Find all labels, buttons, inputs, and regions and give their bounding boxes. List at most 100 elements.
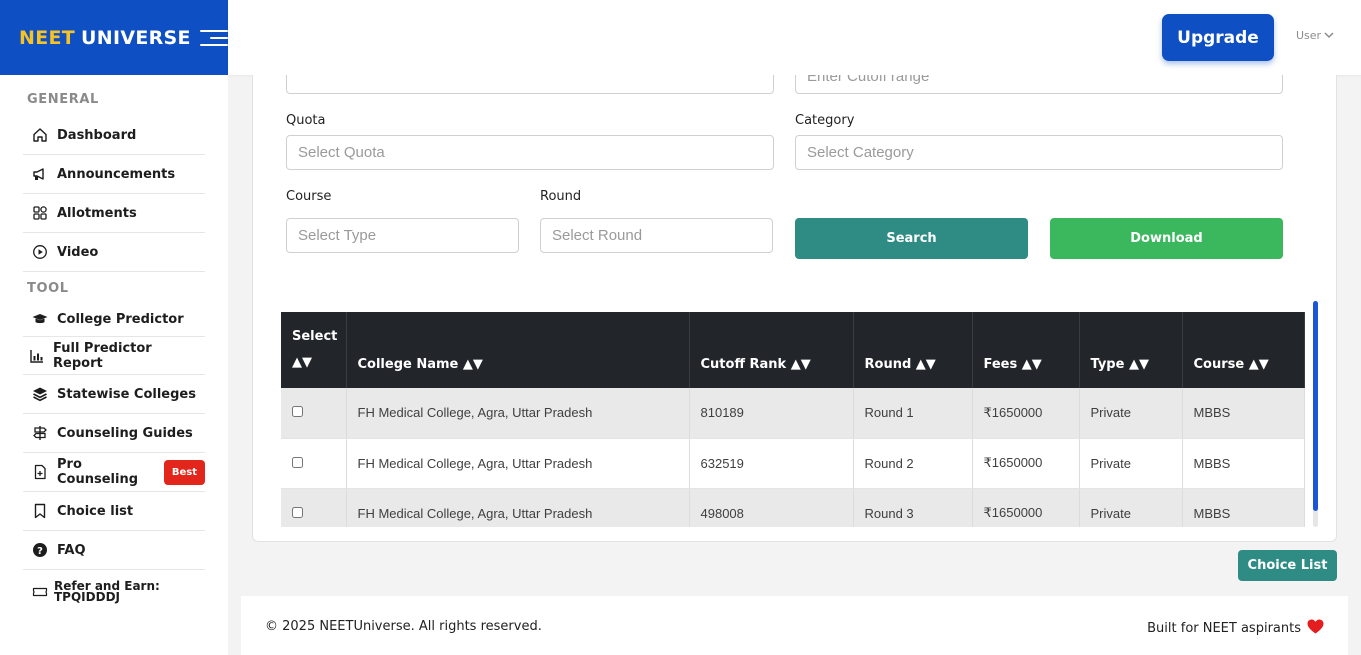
college-name-cell: FH Medical College, Agra, Uttar Pradesh (346, 438, 690, 489)
sidebar-item-label: Allotments (57, 205, 137, 221)
sidebar-item-announcements[interactable]: Announcements (23, 155, 205, 194)
sidebar-item-label: Video (57, 244, 99, 260)
course-cell: MBBS (1182, 438, 1305, 489)
row-checkbox[interactable] (292, 456, 303, 468)
type-cell: Private (1079, 388, 1183, 439)
sidebar-item-faq[interactable]: ? FAQ (23, 531, 205, 570)
play-circle-icon (32, 244, 48, 260)
table-scrollbar-thumb[interactable] (1313, 301, 1318, 511)
sidebar-item-full-predictor-report[interactable]: Full Predictor Report (23, 337, 205, 375)
graduation-cap-icon (32, 311, 48, 327)
upgrade-button[interactable]: Upgrade (1162, 14, 1274, 61)
course-label: Course (286, 189, 332, 204)
results-table-container: Select ▲▼ College Name ▲▼ Cutoff Rank ▲▼… (281, 312, 1305, 527)
round-cell: Round 1 (853, 388, 973, 439)
menu-toggle-icon[interactable] (199, 29, 228, 47)
table-row: FH Medical College, Agra, Uttar Pradesh … (281, 388, 1305, 439)
header-select[interactable]: Select ▲▼ (281, 312, 347, 388)
type-cell: Private (1079, 488, 1183, 527)
header-college-name[interactable]: College Name ▲▼ (346, 312, 690, 388)
bookmark-icon (32, 503, 48, 519)
sidebar-item-dashboard[interactable]: Dashboard (23, 116, 205, 155)
brand-logo-universe: UNIVERSE (81, 26, 191, 49)
section-label-tool: TOOL (27, 281, 69, 296)
header-fees[interactable]: Fees ▲▼ (972, 312, 1080, 388)
sidebar-item-label: Refer and Earn: TPQIDDDJ (54, 579, 160, 604)
cutoff-rank-cell: 810189 (689, 388, 854, 439)
table-header-row: Select ▲▼ College Name ▲▼ Cutoff Rank ▲▼… (281, 312, 1305, 388)
user-menu[interactable]: User (1296, 29, 1334, 42)
row-checkbox[interactable] (292, 506, 303, 518)
ticket-icon (32, 584, 48, 600)
category-label: Category (795, 113, 855, 128)
sidebar: NEET UNIVERSE GENERAL Dashboard Announcem… (0, 0, 228, 655)
header-round[interactable]: Round ▲▼ (853, 312, 973, 388)
document-icon (32, 464, 48, 480)
row-select-cell (281, 438, 347, 489)
grid-icon (32, 205, 48, 221)
top-left-input[interactable] (286, 75, 774, 94)
sidebar-item-label: Counseling Guides (57, 425, 193, 441)
sidebar-item-label: Full Predictor Report (53, 340, 152, 371)
bar-chart-icon (29, 348, 45, 364)
cutoff-range-input[interactable] (795, 75, 1283, 94)
table-row: FH Medical College, Agra, Uttar Pradesh … (281, 488, 1305, 527)
best-badge: Best (163, 459, 205, 485)
footer-tagline-text: Built for NEET aspirants (1147, 621, 1301, 636)
cutoff-rank-cell: 498008 (689, 488, 854, 527)
sidebar-item-label: Dashboard (57, 127, 137, 143)
brand-logo[interactable]: NEET UNIVERSE (19, 27, 191, 49)
footer-tagline: Built for NEET aspirants (1147, 619, 1324, 638)
search-button[interactable]: Search (795, 218, 1028, 259)
top-bar: Upgrade User (228, 0, 1361, 75)
download-button[interactable]: Download (1050, 218, 1283, 259)
user-menu-label: User (1296, 29, 1322, 42)
college-name-cell: FH Medical College, Agra, Uttar Pradesh (346, 488, 690, 527)
sidebar-item-label: College Predictor (57, 311, 184, 327)
question-circle-icon: ? (32, 542, 48, 558)
table-scrollbar[interactable] (1313, 301, 1318, 527)
footer: © 2025 NEETUniverse. All rights reserved… (241, 596, 1348, 655)
megaphone-icon (32, 166, 48, 182)
round-cell: Round 3 (853, 488, 973, 527)
sidebar-item-label: Pro Counseling (57, 457, 139, 487)
sidebar-item-video[interactable]: Video (23, 233, 205, 272)
round-select[interactable] (540, 218, 773, 253)
college-name-cell: FH Medical College, Agra, Uttar Pradesh (346, 388, 690, 439)
sidebar-item-allotments[interactable]: Allotments (23, 194, 205, 233)
round-cell: Round 2 (853, 438, 973, 489)
course-select[interactable] (286, 218, 519, 253)
sidebar-item-choice-list[interactable]: Choice list (23, 492, 205, 531)
results-table: Select ▲▼ College Name ▲▼ Cutoff Rank ▲▼… (281, 312, 1305, 527)
sidebar-item-college-predictor[interactable]: College Predictor (23, 302, 205, 337)
header-course[interactable]: Course ▲▼ (1182, 312, 1305, 388)
layers-icon (32, 386, 48, 402)
quota-label: Quota (286, 113, 326, 128)
fees-cell: ₹1650000 (972, 438, 1080, 489)
sidebar-item-label: Statewise Colleges (57, 386, 196, 402)
sidebar-item-statewise-colleges[interactable]: Statewise Colleges (23, 375, 205, 414)
header-type[interactable]: Type ▲▼ (1079, 312, 1183, 388)
search-panel: Quota Category Course Round Search Downl… (252, 75, 1337, 542)
sidebar-item-label: Announcements (57, 166, 176, 182)
sidebar-item-counseling-guides[interactable]: Counseling Guides (23, 414, 205, 453)
type-cell: Private (1079, 438, 1183, 489)
sidebar-item-pro-counseling[interactable]: Pro Counseling Best (23, 453, 205, 492)
round-label: Round (540, 189, 582, 204)
sidebar-item-refer-and-earn[interactable]: Refer and Earn: TPQIDDDJ (23, 570, 205, 614)
row-checkbox[interactable] (292, 406, 303, 417)
heart-icon (1307, 619, 1324, 638)
signpost-icon (32, 425, 48, 441)
brand-logo-neet: NEET (19, 26, 76, 49)
quota-select[interactable] (286, 135, 774, 170)
tool-nav: College Predictor Full Predictor Report … (23, 302, 205, 614)
brand-header: NEET UNIVERSE (0, 0, 228, 75)
cutoff-rank-cell: 632519 (689, 438, 854, 489)
category-select[interactable] (795, 135, 1283, 170)
choice-list-button[interactable]: Choice List (1238, 550, 1337, 581)
course-cell: MBBS (1182, 488, 1305, 527)
home-icon (32, 127, 48, 143)
header-cutoff-rank[interactable]: Cutoff Rank ▲▼ (689, 312, 854, 388)
fees-cell: ₹1650000 (972, 388, 1080, 439)
section-label-general: GENERAL (27, 92, 99, 107)
